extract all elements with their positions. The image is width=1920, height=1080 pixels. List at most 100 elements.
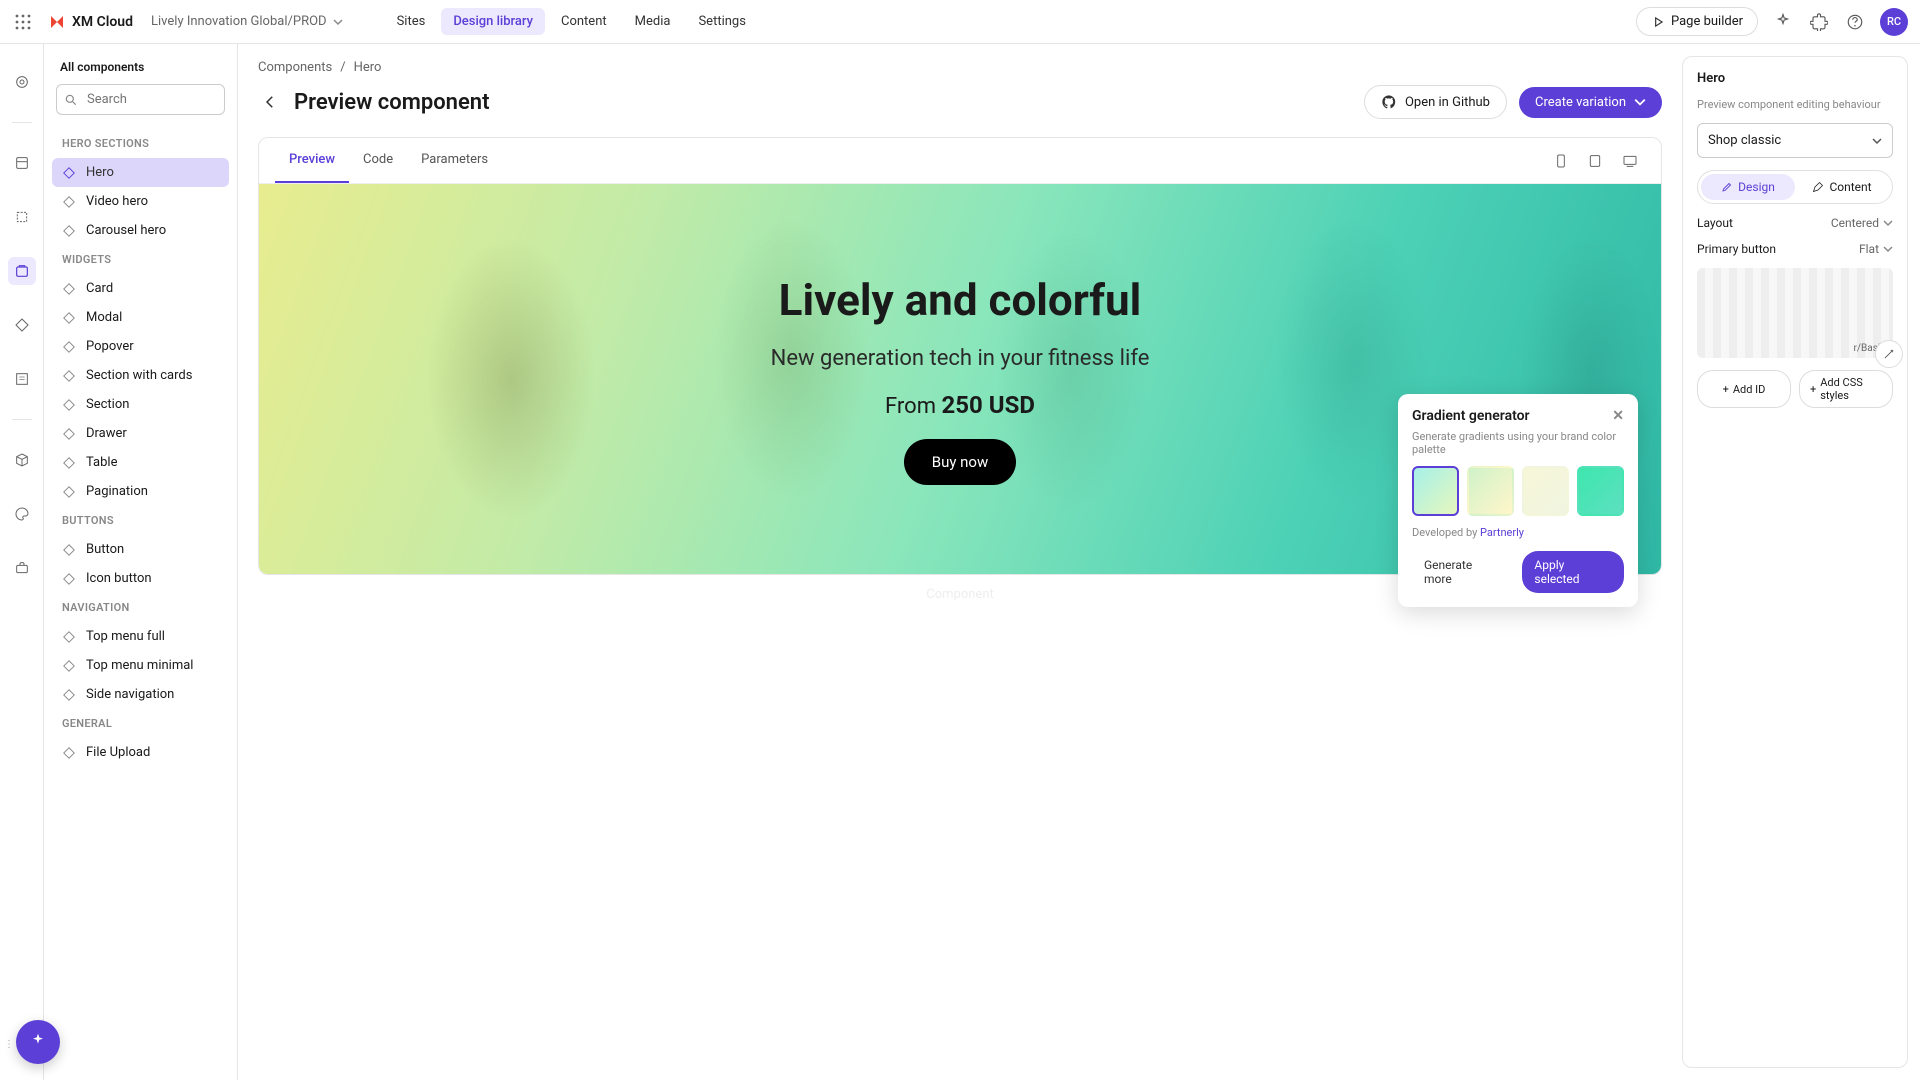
prop-layout[interactable]: Layout Centered bbox=[1697, 216, 1893, 230]
item-table[interactable]: Table bbox=[52, 448, 229, 477]
rail-list-icon[interactable] bbox=[8, 365, 36, 393]
tab-design[interactable]: Design bbox=[1701, 174, 1795, 200]
add-id-button[interactable]: +Add ID bbox=[1697, 370, 1791, 408]
add-css-button[interactable]: +Add CSS styles bbox=[1799, 370, 1893, 408]
item-card[interactable]: Card bbox=[52, 274, 229, 303]
viewport-tablet-icon[interactable] bbox=[1587, 153, 1603, 169]
prop-primary-button[interactable]: Primary button Flat bbox=[1697, 242, 1893, 256]
search-input[interactable] bbox=[56, 84, 225, 115]
rail-frame-icon[interactable] bbox=[8, 203, 36, 231]
item-drawer[interactable]: Drawer bbox=[52, 419, 229, 448]
inspector-panel: Hero Preview component editing behaviour… bbox=[1682, 56, 1908, 1068]
item-section[interactable]: Section bbox=[52, 390, 229, 419]
item-section-cards[interactable]: Section with cards bbox=[52, 361, 229, 390]
assistant-fab[interactable] bbox=[16, 1020, 60, 1064]
breadcrumb-components[interactable]: Components bbox=[258, 60, 332, 75]
apply-selected-button[interactable]: Apply selected bbox=[1522, 551, 1624, 593]
page-builder-button[interactable]: Page builder bbox=[1636, 7, 1758, 36]
breadcrumb-hero[interactable]: Hero bbox=[354, 60, 382, 75]
product-logo[interactable]: XM Cloud bbox=[48, 13, 133, 31]
nav-media[interactable]: Media bbox=[623, 8, 683, 35]
nav-content[interactable]: Content bbox=[549, 8, 619, 35]
rail-home-icon[interactable] bbox=[8, 68, 36, 96]
preset-select[interactable]: Shop classic bbox=[1697, 123, 1893, 158]
generate-more-button[interactable]: Generate more bbox=[1412, 551, 1514, 593]
section-hero-header: HERO SECTIONS bbox=[52, 129, 229, 158]
user-avatar[interactable]: RC bbox=[1880, 8, 1908, 36]
project-selector[interactable]: Lively Innovation Global/PROD bbox=[151, 14, 343, 29]
apps-grid-icon[interactable] bbox=[12, 11, 34, 33]
chevron-down-icon bbox=[1883, 218, 1893, 228]
item-icon-button[interactable]: Icon button bbox=[52, 564, 229, 593]
rail-diamond-icon[interactable] bbox=[8, 311, 36, 339]
help-icon[interactable] bbox=[1844, 11, 1866, 33]
tab-content[interactable]: Content bbox=[1795, 174, 1889, 200]
gradient-swatch-2[interactable] bbox=[1467, 466, 1514, 516]
pen-icon bbox=[1812, 181, 1824, 193]
gradient-swatch-3[interactable] bbox=[1522, 466, 1569, 516]
item-file-upload[interactable]: File Upload bbox=[52, 738, 229, 767]
tab-parameters[interactable]: Parameters bbox=[407, 138, 502, 183]
inspector-tabs: Design Content bbox=[1697, 170, 1893, 204]
open-github-button[interactable]: Open in Github bbox=[1364, 85, 1507, 119]
gradient-generator-popover: Gradient generator ✕ Generate gradients … bbox=[1398, 394, 1638, 607]
chevron-down-icon bbox=[1883, 244, 1893, 254]
item-top-menu-minimal[interactable]: Top menu minimal bbox=[52, 651, 229, 680]
component-sidepanel: All components HERO SECTIONS Hero Video … bbox=[44, 44, 238, 1080]
nav-settings[interactable]: Settings bbox=[686, 8, 757, 35]
rail-layout-icon[interactable] bbox=[8, 149, 36, 177]
pencil-icon bbox=[1721, 181, 1733, 193]
back-button[interactable] bbox=[258, 90, 282, 114]
chevron-down-icon bbox=[333, 17, 343, 27]
gradient-swatch-4[interactable] bbox=[1577, 466, 1624, 516]
search-icon bbox=[64, 93, 78, 107]
breadcrumb: Components / Hero bbox=[258, 60, 1662, 75]
rail-package-icon[interactable] bbox=[8, 446, 36, 474]
rail-briefcase-icon[interactable] bbox=[8, 554, 36, 582]
popover-subtitle: Generate gradients using your brand colo… bbox=[1412, 430, 1624, 456]
developed-by: Developed by Partnerly bbox=[1412, 526, 1624, 539]
close-icon[interactable]: ✕ bbox=[1612, 408, 1624, 424]
page-title: Preview component bbox=[294, 90, 489, 115]
magic-wand-icon[interactable] bbox=[1875, 340, 1903, 368]
page-builder-icon bbox=[1651, 15, 1665, 29]
topbar: XM Cloud Lively Innovation Global/PROD S… bbox=[0, 0, 1920, 44]
main-content: Components / Hero Preview component Open… bbox=[238, 44, 1682, 1080]
nav-sites[interactable]: Sites bbox=[385, 8, 438, 35]
hero-title: Lively and colorful bbox=[779, 274, 1142, 326]
rail-components-icon[interactable] bbox=[8, 257, 36, 285]
item-video-hero[interactable]: Video hero bbox=[52, 187, 229, 216]
item-hero[interactable]: Hero bbox=[52, 158, 229, 187]
image-thumbnail[interactable]: r/Basi… bbox=[1697, 268, 1893, 358]
hero-subtitle: New generation tech in your fitness life bbox=[771, 346, 1150, 371]
item-pagination[interactable]: Pagination bbox=[52, 477, 229, 506]
inspector-subtitle: Preview component editing behaviour bbox=[1697, 98, 1893, 111]
nav-design-library[interactable]: Design library bbox=[441, 8, 545, 35]
tab-preview[interactable]: Preview bbox=[275, 138, 349, 183]
github-icon bbox=[1381, 94, 1397, 110]
sparkle-icon[interactable] bbox=[1772, 11, 1794, 33]
viewport-desktop-icon[interactable] bbox=[1621, 153, 1639, 169]
item-button[interactable]: Button bbox=[52, 535, 229, 564]
extension-icon[interactable] bbox=[1808, 11, 1830, 33]
left-rail bbox=[0, 44, 44, 1080]
rail-palette-icon[interactable] bbox=[8, 500, 36, 528]
item-popover[interactable]: Popover bbox=[52, 332, 229, 361]
item-side-navigation[interactable]: Side navigation bbox=[52, 680, 229, 709]
chevron-down-icon bbox=[1634, 96, 1646, 108]
hero-price: From 250 USD bbox=[885, 391, 1035, 419]
item-carousel-hero[interactable]: Carousel hero bbox=[52, 216, 229, 245]
partner-link[interactable]: Partnerly bbox=[1480, 526, 1524, 539]
create-variation-button[interactable]: Create variation bbox=[1519, 87, 1662, 118]
hero-buy-button[interactable]: Buy now bbox=[904, 439, 1017, 485]
item-top-menu-full[interactable]: Top menu full bbox=[52, 622, 229, 651]
gradient-swatch-1[interactable] bbox=[1412, 466, 1459, 516]
viewport-mobile-icon[interactable] bbox=[1553, 153, 1569, 169]
item-modal[interactable]: Modal bbox=[52, 303, 229, 332]
popover-title: Gradient generator bbox=[1412, 408, 1530, 424]
section-general-header: GENERAL bbox=[52, 709, 229, 738]
inspector-title: Hero bbox=[1697, 71, 1893, 86]
tab-code[interactable]: Code bbox=[349, 138, 407, 183]
section-navigation-header: NAVIGATION bbox=[52, 593, 229, 622]
all-components-title: All components bbox=[52, 56, 229, 84]
